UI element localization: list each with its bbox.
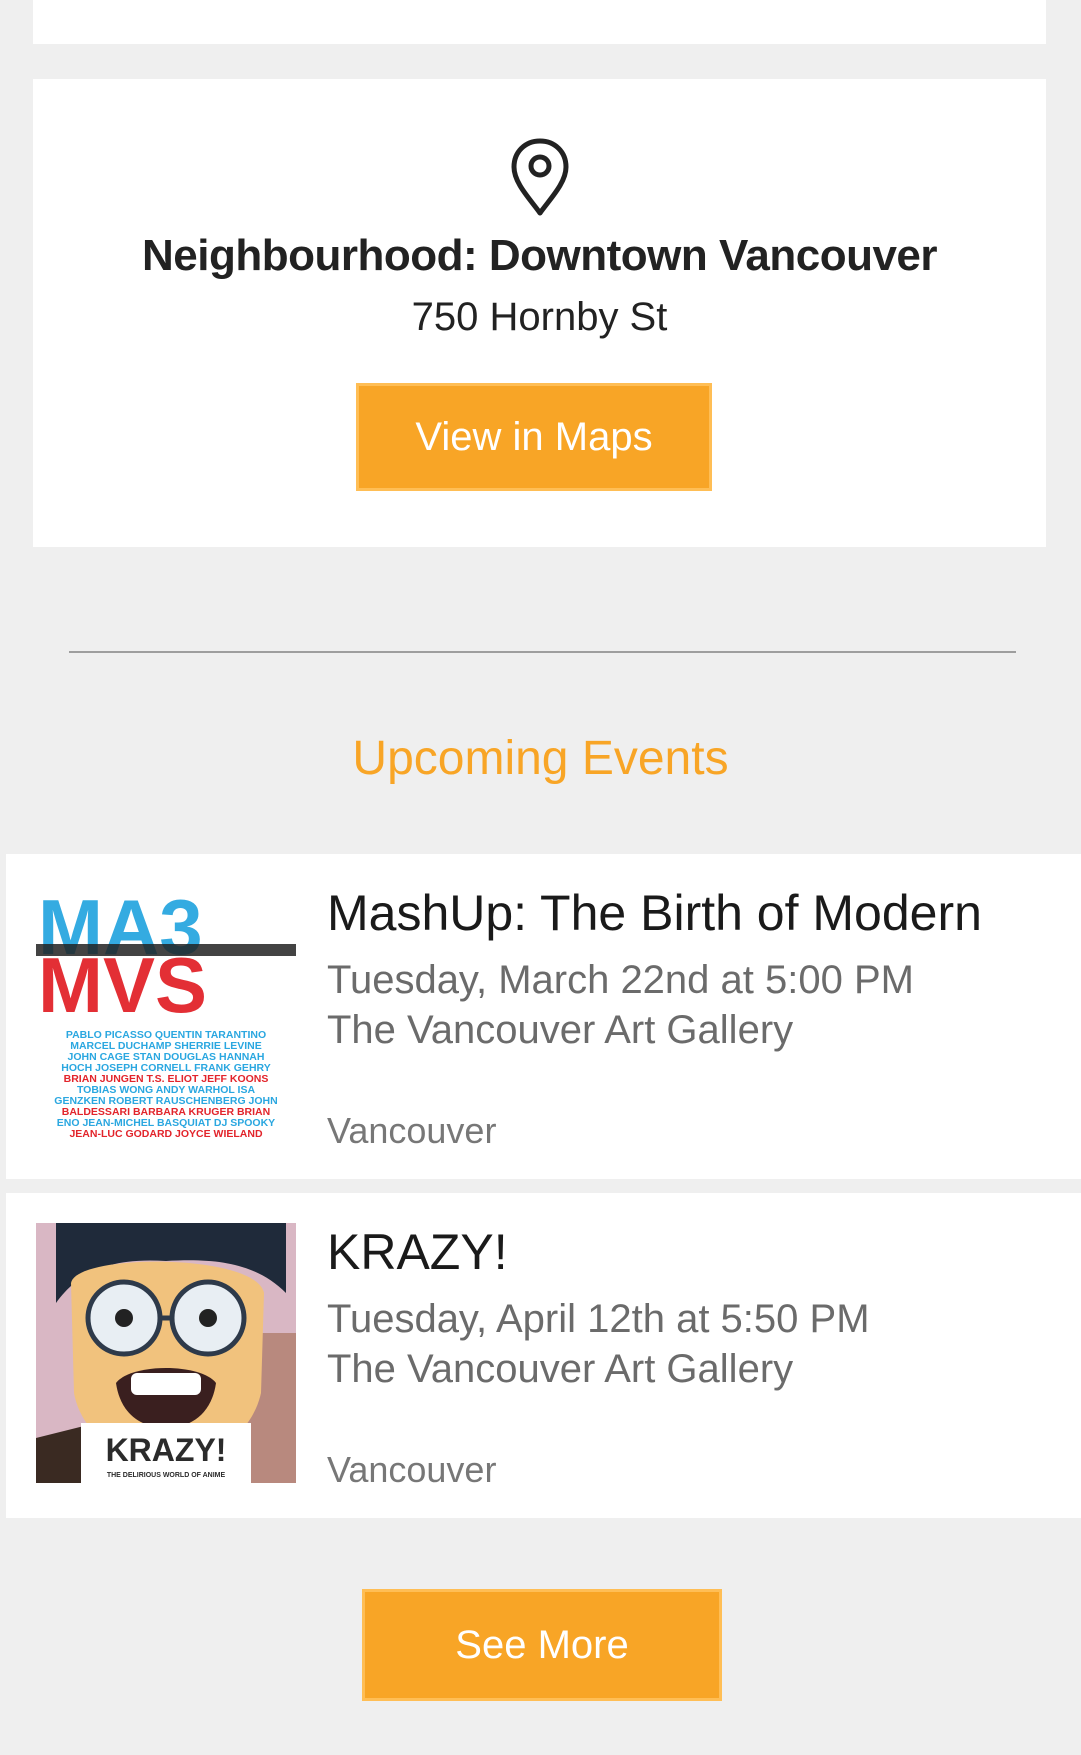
event-city: Vancouver (327, 1449, 497, 1490)
event-poster-mashup: MA3 MVS PABLO PICASSO QUENTIN TARANTINO … (36, 884, 296, 1144)
krazy-poster-art: KRAZY! THE DELIRIOUS WORLD OF ANIME (36, 1223, 296, 1483)
event-title: MashUp: The Birth of Modern (327, 885, 982, 941)
mashup-artist-list: PABLO PICASSO QUENTIN TARANTINO MARCEL D… (54, 1029, 278, 1140)
see-more-button[interactable]: See More (362, 1589, 722, 1701)
upcoming-events-heading: Upcoming Events (352, 732, 729, 785)
event-city: Vancouver (327, 1110, 497, 1151)
event-card-krazy[interactable]: KRAZY! THE DELIRIOUS WORLD OF ANIME KRAZ… (6, 1193, 1081, 1518)
neighbourhood-label: Neighbourhood: Downtown Vancouver (141, 231, 938, 280)
krazy-poster-headline: KRAZY! (106, 1432, 227, 1468)
venue-details-page: Neighbourhood: Downtown Vancouver 750 Ho… (0, 0, 1081, 1755)
location-card: Neighbourhood: Downtown Vancouver 750 Ho… (33, 79, 1046, 547)
section-divider (69, 651, 1016, 653)
event-venue: The Vancouver Art Gallery (327, 1008, 794, 1052)
event-venue: The Vancouver Art Gallery (327, 1347, 794, 1391)
address-label: 750 Hornby St (411, 295, 668, 339)
event-date: Tuesday, March 22nd at 5:00 PM (327, 958, 914, 1002)
event-title: KRAZY! (327, 1224, 508, 1280)
mashup-logo: MA3 MVS (36, 884, 296, 1029)
event-poster-krazy: KRAZY! THE DELIRIOUS WORLD OF ANIME (36, 1223, 296, 1483)
krazy-poster-subline: THE DELIRIOUS WORLD OF ANIME (107, 1472, 226, 1479)
event-card-mashup[interactable]: MA3 MVS PABLO PICASSO QUENTIN TARANTINO … (6, 854, 1081, 1179)
view-in-maps-button[interactable]: View in Maps (356, 383, 712, 491)
map-pin-icon (511, 138, 569, 216)
event-date: Tuesday, April 12th at 5:50 PM (327, 1297, 870, 1341)
previous-card (33, 0, 1046, 44)
